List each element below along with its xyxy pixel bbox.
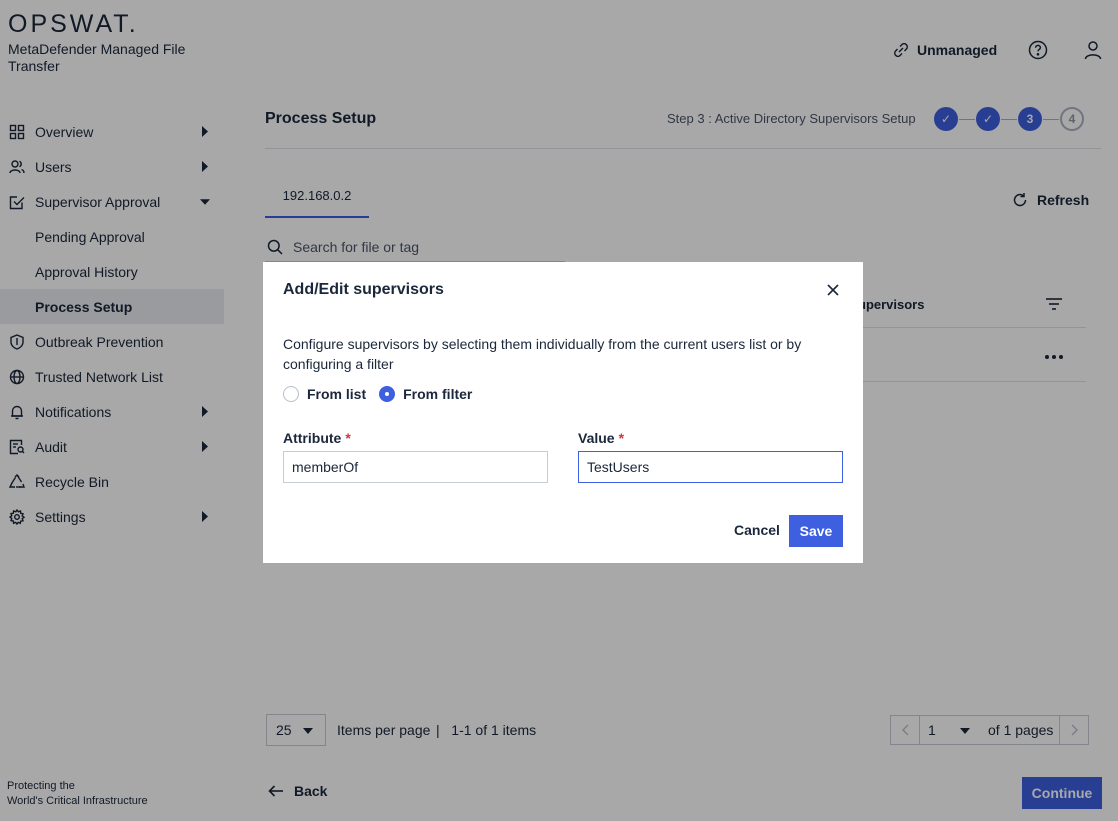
from-list-label[interactable]: From list bbox=[307, 386, 366, 402]
value-input[interactable] bbox=[578, 451, 843, 483]
value-label: Value * bbox=[578, 430, 625, 446]
save-button[interactable]: Save bbox=[789, 515, 843, 547]
dialog-title: Add/Edit supervisors bbox=[283, 281, 444, 298]
dialog-description: Configure supervisors by selecting them … bbox=[283, 336, 802, 372]
attribute-label: Attribute * bbox=[283, 430, 351, 446]
from-list-radio[interactable] bbox=[283, 386, 299, 402]
mode-radio-group: From list From filter bbox=[283, 386, 485, 402]
add-edit-supervisors-dialog: Add/Edit supervisors Configure superviso… bbox=[263, 262, 863, 563]
close-icon[interactable] bbox=[826, 283, 840, 297]
required-marker: * bbox=[345, 430, 351, 446]
from-filter-radio[interactable] bbox=[379, 386, 396, 402]
attribute-input[interactable] bbox=[283, 451, 548, 483]
from-filter-label[interactable]: From filter bbox=[403, 386, 472, 402]
required-marker: * bbox=[618, 430, 625, 446]
cancel-button[interactable]: Cancel bbox=[734, 522, 780, 538]
